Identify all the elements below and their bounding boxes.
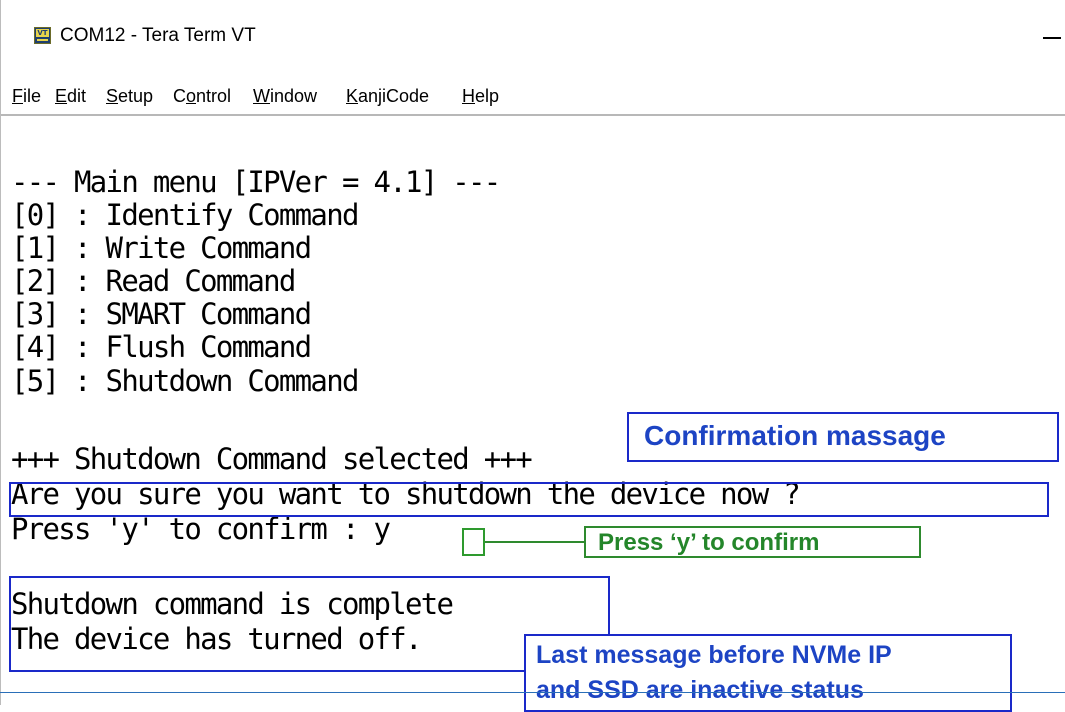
terminal-line-shutdown-selected: +++ Shutdown Command selected +++ [11, 442, 533, 476]
menu-window-label: indow [270, 86, 318, 106]
terminal-line-smart: [3] : SMART Command [11, 297, 312, 331]
terminal-line-flush: [4] : Flush Command [11, 330, 312, 364]
terminal-line-write: [1] : Write Command [11, 231, 312, 265]
app-icon-bar [37, 39, 48, 41]
menu-setup-label: etup [118, 86, 154, 106]
menu-kanjicode-label: anjiCode [358, 86, 430, 106]
menu-help-accel: H [462, 86, 475, 106]
last-message-highlight [9, 576, 610, 672]
menu-kanjicode-accel: K [346, 86, 359, 106]
menu-help[interactable]: Help [462, 84, 499, 108]
press-y-connector [485, 541, 584, 543]
last-message-callout: Last message before NVMe IP and SSD are … [524, 634, 1012, 712]
menu-window-accel: W [253, 86, 270, 106]
minimize-icon[interactable] [1043, 37, 1061, 39]
last-message-callout-line1: Last message before NVMe IP [536, 641, 892, 669]
teraterm-app-icon[interactable]: VT [34, 27, 51, 44]
last-message-callout-line2: and SSD are inactive status [536, 676, 864, 704]
menu-help-label: elp [475, 86, 500, 106]
menu-file-label: ile [23, 86, 42, 106]
terminal-line-identify: [0] : Identify Command [11, 198, 359, 232]
menu-edit-label: dit [67, 86, 87, 106]
menu-bar: File Edit Setup Control Window KanjiCode… [1, 80, 1065, 114]
menu-control-label: ntrol [196, 86, 232, 106]
menu-edit-accel: E [55, 86, 68, 106]
menu-window[interactable]: Window [253, 84, 317, 108]
menu-setup-accel: S [106, 86, 119, 106]
title-bar: VT COM12 - Tera Term VT [1, 0, 1065, 80]
app-icon-label: VT [36, 29, 49, 37]
confirmation-question-highlight [9, 482, 1049, 517]
menu-control-accel: o [186, 86, 197, 106]
menu-control[interactable]: Control [173, 84, 231, 108]
menu-setup[interactable]: Setup [106, 84, 153, 108]
menu-control-pre: C [173, 86, 186, 106]
typed-y-highlight [462, 528, 485, 556]
terminal-line-main-menu: --- Main menu [IPVer = 4.1] --- [11, 165, 501, 199]
terminal-line-read: [2] : Read Command [11, 264, 296, 298]
terminal-line-shutdown: [5] : Shutdown Command [11, 364, 359, 398]
window-bottom-border [0, 692, 1065, 693]
menu-edit[interactable]: Edit [55, 84, 86, 108]
window-title: COM12 - Tera Term VT [60, 25, 256, 46]
menu-file-accel: F [12, 86, 23, 106]
menu-kanjicode[interactable]: KanjiCode [346, 84, 429, 108]
menu-file[interactable]: File [12, 84, 41, 108]
press-y-callout: Press ‘y’ to confirm [584, 526, 921, 558]
teraterm-window: VT COM12 - Tera Term VT File Edit Setup … [0, 0, 1065, 712]
confirmation-message-callout: Confirmation massage [627, 412, 1059, 462]
